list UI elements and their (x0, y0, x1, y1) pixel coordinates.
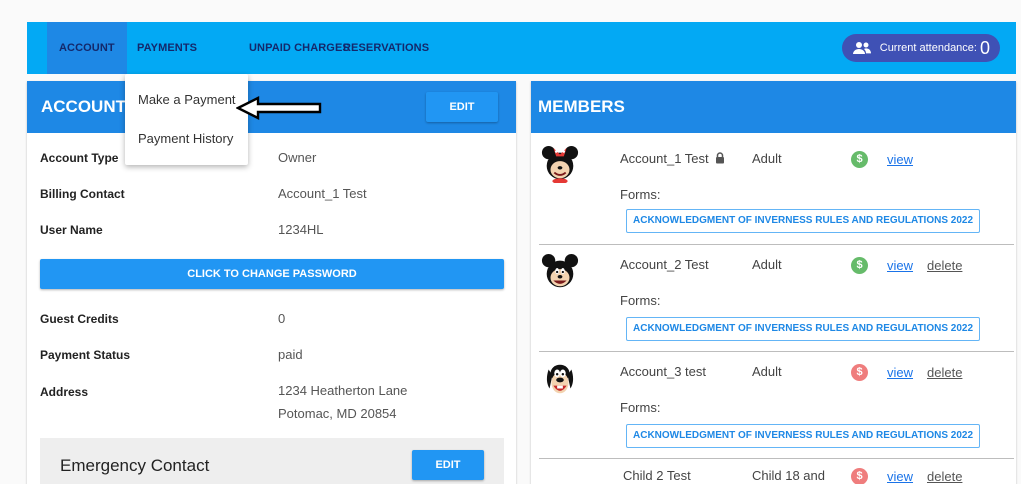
tab-reservations[interactable]: RESERVATIONS (343, 22, 429, 74)
menu-item-payment-history[interactable]: Payment History (138, 131, 233, 146)
member-divider (539, 351, 1014, 352)
goofy-avatar (546, 364, 574, 394)
emergency-edit-button[interactable]: EDIT (412, 450, 484, 480)
dollar-icon: $ (851, 257, 868, 274)
member-type: Adult (752, 364, 782, 379)
member-name: Account_2 Test (620, 257, 709, 272)
member-name: Account_1 Test (620, 151, 709, 166)
member-forms-label: Forms: (620, 400, 661, 415)
member-view-link[interactable]: view (887, 469, 913, 484)
member-view-link[interactable]: view (887, 365, 913, 380)
account-type-value: Owner (278, 150, 317, 165)
minnie-avatar (541, 145, 579, 183)
menu-item-make-payment[interactable]: Make a Payment (138, 92, 236, 107)
payment-status-value: paid (278, 347, 303, 362)
member-divider (539, 458, 1014, 459)
account-title: ACCOUNT (41, 97, 126, 116)
member-type: Adult (752, 257, 782, 272)
tab-payments[interactable]: PAYMENTS (137, 22, 197, 74)
member-forms-label: Forms: (620, 187, 661, 202)
member-delete-link[interactable]: delete (927, 469, 962, 484)
top-nav: ACCOUNT PAYMENTS UNPAID CHARGES RESERVAT… (27, 22, 1016, 74)
change-password-button[interactable]: CLICK TO CHANGE PASSWORD (40, 259, 504, 289)
member-form-button[interactable]: ACKNOWLEDGMENT OF INVERNESS RULES AND RE… (626, 209, 981, 233)
member-view-link[interactable]: view (887, 258, 913, 273)
address-label: Address (40, 385, 89, 399)
members-card-header: MEMBERS (531, 81, 1016, 133)
member-form-button[interactable]: ACKNOWLEDGMENT OF INVERNESS RULES AND RE… (626, 424, 981, 448)
member-name: Account_3 test (620, 364, 706, 379)
lock-icon (715, 152, 724, 164)
member-divider (539, 244, 1014, 245)
attendance-count: 0 (979, 37, 990, 58)
dollar-icon: $ (851, 364, 868, 381)
emergency-contact-title: Emergency Contact (60, 456, 210, 475)
user-name-label: User Name (40, 223, 103, 237)
payment-status-label: Payment Status (40, 348, 131, 362)
attendance-label: Current attendance: (879, 42, 977, 54)
guest-credits-label: Guest Credits (40, 312, 119, 326)
account-type-label: Account Type (40, 151, 119, 165)
tab-account[interactable]: ACCOUNT (47, 22, 127, 74)
address-line1: 1234 Heatherton Lane (278, 383, 408, 398)
page: ACCOUNT PAYMENTS UNPAID CHARGES RESERVAT… (0, 0, 1021, 484)
members-card: MEMBERS Account_1 Test Adult $ view Form… (531, 81, 1016, 484)
attendance-badge: Current attendance: 0 (841, 34, 1000, 62)
member-name: Child 2 Test (623, 468, 691, 483)
left-arrow-icon (236, 96, 322, 120)
emergency-contact-section: Emergency Contact EDIT (40, 438, 504, 484)
billing-contact-label: Billing Contact (40, 187, 125, 201)
billing-contact-value: Account_1 Test (278, 186, 367, 201)
people-icon (852, 42, 871, 54)
member-delete-link[interactable]: delete (927, 365, 962, 380)
dollar-icon: $ (851, 151, 868, 168)
member-type: Child 18 and (752, 468, 825, 483)
account-edit-button[interactable]: EDIT (426, 92, 498, 122)
mickey-avatar (541, 253, 579, 288)
user-name-value: 1234HL (278, 222, 324, 237)
dollar-icon: $ (851, 468, 868, 484)
member-form-button[interactable]: ACKNOWLEDGMENT OF INVERNESS RULES AND RE… (626, 317, 981, 341)
guest-credits-value: 0 (278, 311, 286, 326)
address-line2: Potomac, MD 20854 (278, 406, 397, 421)
payments-dropdown: Make a Payment Payment History (125, 74, 248, 165)
tab-unpaid-charges[interactable]: UNPAID CHARGES (249, 22, 350, 74)
member-type: Adult (752, 151, 782, 166)
member-forms-label: Forms: (620, 293, 661, 308)
account-card: ACCOUNT EDIT Account Type Owner Billing … (27, 81, 516, 484)
members-title: MEMBERS (538, 97, 625, 116)
member-delete-link[interactable]: delete (927, 258, 962, 273)
member-view-link[interactable]: view (887, 152, 913, 167)
